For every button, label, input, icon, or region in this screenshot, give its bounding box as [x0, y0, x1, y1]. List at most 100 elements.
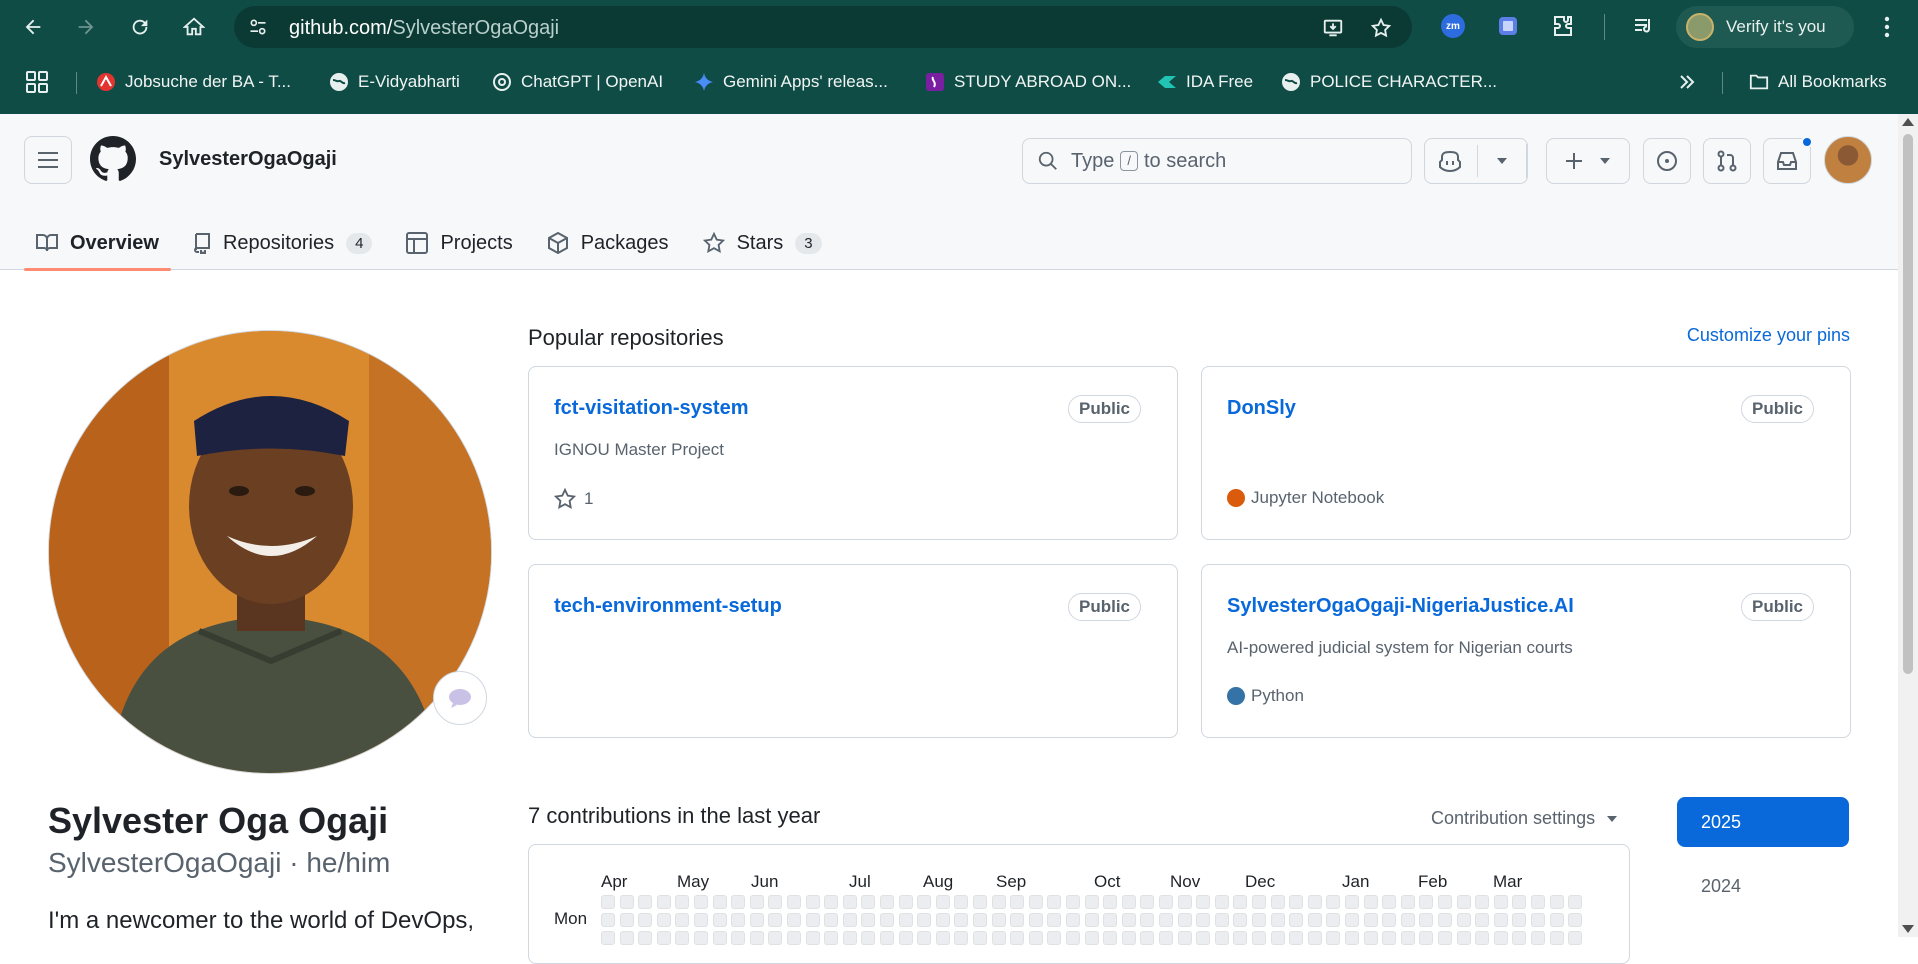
contribution-day-cell[interactable]	[1345, 895, 1359, 909]
contribution-day-cell[interactable]	[935, 931, 950, 945]
contribution-day-cell[interactable]	[861, 931, 876, 945]
contribution-day-cell[interactable]	[787, 895, 801, 909]
contribution-day-cell[interactable]	[601, 895, 615, 909]
contribution-day-cell[interactable]	[1196, 931, 1211, 945]
contribution-day-cell[interactable]	[1121, 895, 1136, 909]
contribution-day-cell[interactable]	[638, 931, 653, 945]
github-logo-icon[interactable]	[90, 136, 136, 182]
contribution-day-cell[interactable]	[1084, 913, 1099, 927]
customize-pins-link[interactable]: Customize your pins	[1687, 325, 1850, 346]
contribution-day-cell[interactable]	[1066, 895, 1080, 909]
contribution-day-cell[interactable]	[1214, 895, 1229, 909]
contribution-day-cell[interactable]	[787, 913, 801, 927]
contribution-day-cell[interactable]	[656, 913, 671, 927]
zoom-extension-icon[interactable]: zm	[1441, 14, 1465, 38]
contribution-day-cell[interactable]	[991, 913, 1006, 927]
contribution-day-cell[interactable]	[1512, 931, 1527, 945]
profile-button[interactable]: Verify it's you	[1676, 6, 1854, 48]
contribution-day-cell[interactable]	[749, 931, 764, 945]
contribution-day-cell[interactable]	[731, 913, 746, 927]
global-nav-button[interactable]	[24, 136, 72, 184]
contribution-day-cell[interactable]	[1419, 895, 1434, 909]
contribution-day-cell[interactable]	[1103, 931, 1118, 945]
context-username[interactable]: SylvesterOgaOgaji	[159, 148, 337, 171]
contribution-day-cell[interactable]	[1400, 913, 1415, 927]
contribution-day-cell[interactable]	[1475, 913, 1490, 927]
profile-avatar-large[interactable]	[48, 330, 492, 774]
contribution-day-cell[interactable]	[1549, 913, 1564, 927]
contribution-day-cell[interactable]	[1456, 913, 1471, 927]
contribution-day-cell[interactable]	[1177, 913, 1192, 927]
contribution-day-cell[interactable]	[712, 931, 727, 945]
contribution-day-cell[interactable]	[1400, 931, 1415, 945]
contribution-day-cell[interactable]	[619, 895, 634, 909]
contribution-day-cell[interactable]	[973, 931, 987, 945]
contribution-day-cell[interactable]	[1103, 913, 1118, 927]
contribution-day-cell[interactable]	[898, 913, 913, 927]
contribution-day-cell[interactable]	[1531, 931, 1545, 945]
contribution-day-cell[interactable]	[1028, 931, 1043, 945]
bookmark-star-button[interactable]	[1368, 15, 1394, 41]
contribution-day-cell[interactable]	[1270, 931, 1285, 945]
contribution-day-cell[interactable]	[1438, 913, 1452, 927]
contribution-day-cell[interactable]	[638, 913, 653, 927]
contribution-day-cell[interactable]	[694, 895, 708, 909]
contribution-day-cell[interactable]	[861, 913, 876, 927]
contribution-day-cell[interactable]	[1493, 931, 1508, 945]
contribution-day-cell[interactable]	[1289, 913, 1304, 927]
scroll-down-arrow[interactable]	[1902, 925, 1914, 933]
contribution-day-cell[interactable]	[1307, 913, 1322, 927]
back-button[interactable]	[17, 11, 49, 43]
tab-stars[interactable]: Stars 3	[691, 216, 834, 270]
contribution-day-cell[interactable]	[824, 913, 839, 927]
contribution-day-cell[interactable]	[712, 913, 727, 927]
contribution-day-cell[interactable]	[1382, 931, 1397, 945]
contribution-day-cell[interactable]	[954, 895, 969, 909]
contribution-day-cell[interactable]	[1363, 931, 1378, 945]
bookmark-item[interactable]: Gemini Apps' releas...	[694, 70, 888, 94]
contribution-day-cell[interactable]	[954, 913, 969, 927]
year-2024-link[interactable]: 2024	[1701, 876, 1741, 897]
contribution-day-cell[interactable]	[1010, 931, 1025, 945]
tab-overview[interactable]: Overview	[24, 216, 171, 271]
contribution-day-cell[interactable]	[880, 913, 894, 927]
contribution-day-cell[interactable]	[1493, 895, 1508, 909]
contribution-day-cell[interactable]	[1456, 931, 1471, 945]
contribution-day-cell[interactable]	[1270, 913, 1285, 927]
contribution-day-cell[interactable]	[1028, 895, 1043, 909]
contribution-day-cell[interactable]	[898, 931, 913, 945]
set-status-button[interactable]	[433, 671, 487, 725]
year-2025-button[interactable]: 2025	[1677, 797, 1849, 847]
contribution-day-cell[interactable]	[768, 913, 783, 927]
contribution-day-cell[interactable]	[675, 913, 690, 927]
contribution-day-cell[interactable]	[1568, 931, 1583, 945]
contribution-day-cell[interactable]	[601, 913, 615, 927]
contribution-day-cell[interactable]	[601, 931, 615, 945]
contribution-day-cell[interactable]	[675, 895, 690, 909]
contribution-day-cell[interactable]	[1512, 895, 1527, 909]
contribution-day-cell[interactable]	[731, 931, 746, 945]
contribution-settings-button[interactable]: Contribution settings	[1431, 808, 1619, 829]
contribution-day-cell[interactable]	[1382, 895, 1397, 909]
contribution-day-cell[interactable]	[1531, 913, 1545, 927]
contribution-day-cell[interactable]	[1363, 895, 1378, 909]
contribution-day-cell[interactable]	[1475, 931, 1490, 945]
tab-packages[interactable]: Packages	[535, 216, 681, 270]
page-scrollbar[interactable]	[1898, 114, 1918, 937]
contribution-day-cell[interactable]	[880, 931, 894, 945]
contribution-day-cell[interactable]	[1196, 913, 1211, 927]
contribution-day-cell[interactable]	[917, 913, 932, 927]
contribution-day-cell[interactable]	[1140, 931, 1155, 945]
bookmark-item[interactable]: E-Vidyabharti	[329, 70, 460, 94]
contribution-day-cell[interactable]	[1531, 895, 1545, 909]
contribution-day-cell[interactable]	[824, 931, 839, 945]
contribution-day-cell[interactable]	[935, 913, 950, 927]
inbox-button[interactable]	[1763, 136, 1813, 184]
contribution-day-cell[interactable]	[1289, 895, 1304, 909]
more-bookmarks-button[interactable]	[1678, 70, 1696, 94]
contribution-day-cell[interactable]	[1214, 931, 1229, 945]
extensions-puzzle-icon[interactable]	[1549, 12, 1577, 40]
contribution-day-cell[interactable]	[1047, 895, 1062, 909]
contribution-day-cell[interactable]	[1326, 913, 1341, 927]
pull-requests-button[interactable]	[1703, 138, 1751, 184]
